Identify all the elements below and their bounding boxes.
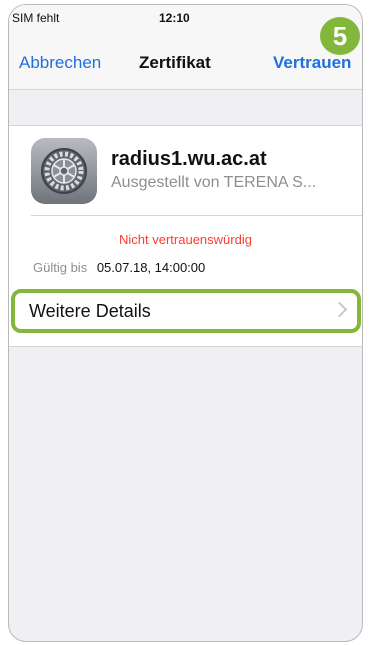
settings-gear-icon — [31, 138, 97, 204]
cancel-button[interactable]: Abbrechen — [19, 53, 101, 73]
divider — [31, 215, 362, 216]
certificate-name: radius1.wu.ac.at — [111, 148, 267, 170]
trust-button[interactable]: Vertrauen — [273, 53, 351, 73]
chevron-right-icon — [331, 301, 348, 318]
more-details-label: Weitere Details — [29, 301, 151, 321]
page-title: Zertifikat — [139, 53, 211, 72]
status-bar: SIM fehlt 12:10 — [9, 5, 362, 39]
phone-frame: SIM fehlt 12:10 Abbrechen Zertifikat Ver… — [8, 4, 363, 642]
trust-status-warning: Nicht vertrauenswürdig — [119, 232, 252, 247]
valid-until-value: 05.07.18, 14:00:00 — [96, 260, 206, 275]
step-number-badge: 5 — [320, 17, 360, 55]
validity-row: Gültig bis 05.07.18, 14:00:00 — [33, 260, 205, 275]
carrier-label: SIM fehlt — [12, 11, 60, 25]
certificate-issuer: Ausgestellt von TERENA S... — [111, 174, 317, 191]
valid-until-label: Gültig bis — [33, 260, 88, 275]
status-clock: 12:10 — [159, 11, 190, 25]
more-details-row[interactable]: Weitere Details — [11, 289, 361, 333]
navigation-bar: Abbrechen Zertifikat Vertrauen — [9, 39, 362, 90]
